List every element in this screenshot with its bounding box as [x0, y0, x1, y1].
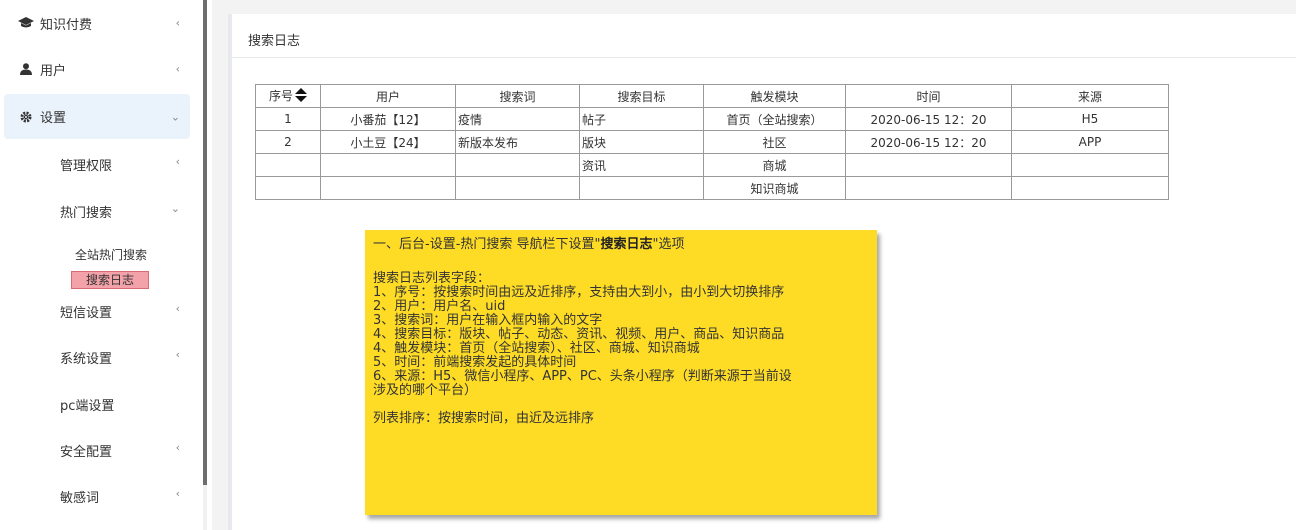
chevron-left-icon: ‹ — [175, 441, 180, 454]
cell-index — [255, 153, 321, 177]
search-log-table: 序号 用户 搜索词 搜索目标 触发模块 时间 来源 1 小番茄【12】 疫情 帖… — [255, 84, 1169, 200]
note-field-line: 5、时间：前端搜索发起的具体时间 — [373, 355, 577, 370]
sidebar-item-settings[interactable]: 设置 ⌄ — [4, 94, 190, 139]
cell-index: 2 — [255, 130, 321, 154]
cell-module: 社区 — [703, 130, 846, 154]
chevron-left-icon: ‹ — [175, 302, 180, 315]
cell-module: 知识商城 — [703, 176, 846, 200]
note-title: 一、后台-设置-热门搜索 导航栏下设置"搜索日志"选项 — [373, 237, 685, 252]
table-row: 1 小番茄【12】 疫情 帖子 首页（全站搜索） 2020-06-15 12：2… — [255, 107, 1169, 131]
sidebar-item-system-settings[interactable]: 系统设置 ‹ — [0, 348, 190, 367]
user-icon — [18, 61, 34, 77]
cell-user: 小土豆【24】 — [320, 130, 456, 154]
chevron-left-icon: ‹ — [175, 348, 180, 361]
sidebar-item-admin-permissions[interactable]: 管理权限 ‹ — [0, 155, 190, 174]
sidebar-item-label: 用户 — [40, 63, 67, 79]
cell-user: 小番茄【12】 — [320, 107, 456, 131]
cell-time — [845, 153, 1012, 177]
table-header-row: 序号 用户 搜索词 搜索目标 触发模块 时间 来源 — [255, 84, 1169, 108]
cell-keyword — [455, 176, 580, 200]
cell-user — [320, 176, 456, 200]
gear-icon — [18, 109, 34, 125]
sidebar-item-security-config[interactable]: 安全配置 ‹ — [0, 441, 190, 460]
sidebar-item-label: pc端设置 — [60, 399, 115, 414]
cell-user — [320, 153, 456, 177]
column-header-keyword: 搜索词 — [455, 84, 580, 108]
column-header-user: 用户 — [320, 84, 456, 108]
cell-source — [1011, 176, 1169, 200]
chevron-left-icon: ‹ — [175, 62, 180, 76]
cell-source — [1011, 153, 1169, 177]
table-row: 2 小土豆【24】 新版本发布 版块 社区 2020-06-15 12：20 A… — [255, 130, 1169, 154]
note-fields-heading: 搜索日志列表字段： — [373, 271, 491, 286]
cell-time — [845, 176, 1012, 200]
cell-time: 2020-06-15 12：20 — [845, 130, 1012, 154]
column-header-module: 触发模块 — [703, 84, 846, 108]
sidebar-item-label: 短信设置 — [60, 306, 113, 321]
sidebar-item-label: 系统设置 — [60, 352, 113, 367]
cell-time: 2020-06-15 12：20 — [845, 107, 1012, 131]
sidebar-item-label: 安全配置 — [60, 445, 113, 460]
cell-module: 商城 — [703, 153, 846, 177]
note-field-line: 4、搜索目标：版块、帖子、动态、资讯、视频、用户、商品、知识商品 — [373, 327, 785, 342]
sidebar-item-label: 管理权限 — [60, 159, 113, 174]
sidebar-item-label: 设置 — [40, 111, 67, 126]
chevron-left-icon: ‹ — [175, 16, 180, 30]
chevron-down-icon: ⌄ — [170, 110, 180, 123]
cell-source: APP — [1011, 130, 1169, 154]
cell-target: 版块 — [579, 130, 704, 154]
cell-keyword: 新版本发布 — [455, 130, 580, 154]
chevron-down-icon: ⌄ — [170, 202, 180, 215]
sidebar-item-knowledge-pay[interactable]: 知识付费 ‹ — [0, 10, 190, 36]
column-header-source: 来源 — [1011, 84, 1169, 108]
cell-keyword — [455, 153, 580, 177]
sidebar-item-search-log[interactable]: 搜索日志 — [71, 271, 150, 289]
page-title: 搜索日志 — [248, 34, 301, 49]
cell-target: 帖子 — [579, 107, 704, 131]
sidebar-item-users[interactable]: 用户 ‹ — [0, 56, 190, 82]
sidebar-item-label: 知识付费 — [40, 17, 93, 33]
sidebar-item-label: 敏感词 — [60, 491, 100, 506]
table-row: 知识商城 — [255, 176, 1169, 200]
column-header-index[interactable]: 序号 — [255, 84, 321, 108]
note-sort-rule: 列表排序：按搜索时间，由近及远排序 — [373, 411, 595, 426]
graduation-cap-icon — [18, 15, 34, 31]
sort-icon[interactable] — [295, 88, 307, 105]
sidebar: 知识付费 ‹ 用户 ‹ 设置 ⌄ 管理权限 ‹ 热门搜索 ⌄ 全站热门搜索 搜索… — [0, 0, 200, 530]
chevron-left-icon: ‹ — [175, 487, 180, 500]
sidebar-item-hot-search[interactable]: 热门搜索 ⌄ — [0, 202, 190, 221]
note-field-line: 1、序号：按搜索时间由远及近排序，支持由大到小，由小到大切换排序 — [373, 285, 785, 300]
note-field-line: 3、搜索词：用户在输入框内输入的文字 — [373, 313, 603, 328]
table-row: 资讯 商城 — [255, 153, 1169, 177]
sidebar-item-pc-settings[interactable]: pc端设置 — [0, 395, 190, 414]
app-page: 知识付费 ‹ 用户 ‹ 设置 ⌄ 管理权限 ‹ 热门搜索 ⌄ 全站热门搜索 搜索… — [0, 0, 1296, 530]
annotation-sticky-note: 一、后台-设置-热门搜索 导航栏下设置"搜索日志"选项 搜索日志列表字段： 1、… — [365, 230, 877, 515]
note-spacer — [373, 398, 869, 412]
column-header-time: 时间 — [845, 84, 1012, 108]
cell-target: 资讯 — [579, 153, 704, 177]
cell-index: 1 — [255, 107, 321, 131]
sidebar-item-site-hot-search[interactable]: 全站热门搜索 — [75, 246, 147, 263]
chevron-left-icon: ‹ — [175, 155, 180, 168]
cell-source: H5 — [1011, 107, 1169, 131]
note-field-line: 涉及的哪个平台） — [373, 383, 478, 398]
panel-divider — [232, 57, 1296, 58]
cell-module: 首页（全站搜索） — [703, 107, 846, 131]
cell-target — [579, 176, 704, 200]
sidebar-item-sms-settings[interactable]: 短信设置 ‹ — [0, 302, 190, 321]
column-header-target: 搜索目标 — [579, 84, 704, 108]
note-field-line: 2、用户：用户名、uid — [373, 299, 506, 314]
sidebar-item-label: 热门搜索 — [60, 206, 113, 221]
sidebar-scrollbar-thumb[interactable] — [203, 0, 207, 485]
note-field-line: 6、来源：H5、微信小程序、APP、PC、头条小程序（判断来源于当前设 — [373, 369, 792, 384]
note-field-line: 4、触发模块：首页（全站搜索）、社区、商城、知识商城 — [373, 341, 700, 356]
sidebar-scrollbar-track[interactable] — [203, 485, 207, 530]
cell-index — [255, 176, 321, 200]
cell-keyword: 疫情 — [455, 107, 580, 131]
sidebar-item-sensitive-words[interactable]: 敏感词 ‹ — [0, 487, 190, 506]
